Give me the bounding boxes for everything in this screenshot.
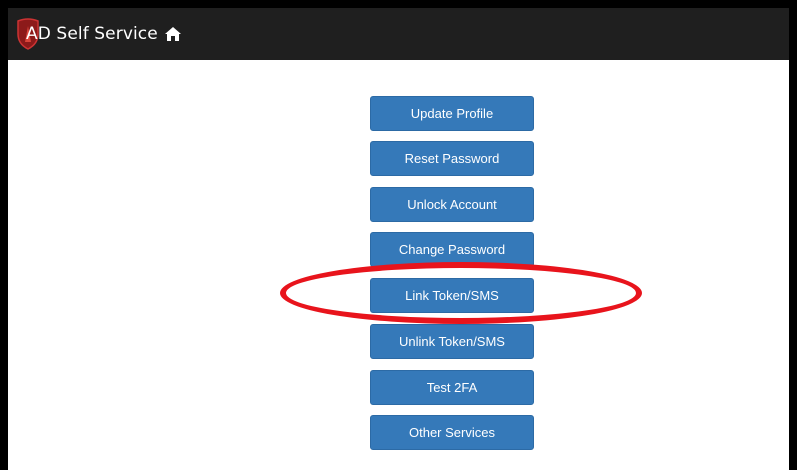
brand-home-link[interactable]: AD Self Service (16, 18, 182, 50)
change-password-button[interactable]: Change Password (370, 232, 534, 267)
reset-password-button[interactable]: Reset Password (370, 141, 534, 176)
test-2fa-button[interactable]: Test 2FA (370, 370, 534, 405)
main-content: Update Profile Reset Password Unlock Acc… (8, 60, 789, 470)
unlink-token-sms-button[interactable]: Unlink Token/SMS (370, 324, 534, 359)
top-navbar: AD Self Service (8, 8, 789, 60)
app-window: AD Self Service Update Profile Reset Pas… (0, 0, 797, 470)
brand-title: AD Self Service (26, 24, 158, 44)
link-token-sms-button[interactable]: Link Token/SMS (370, 278, 534, 313)
other-services-button[interactable]: Other Services (370, 415, 534, 450)
update-profile-button[interactable]: Update Profile (370, 96, 534, 131)
unlock-account-button[interactable]: Unlock Account (370, 187, 534, 222)
home-icon[interactable] (164, 26, 182, 42)
